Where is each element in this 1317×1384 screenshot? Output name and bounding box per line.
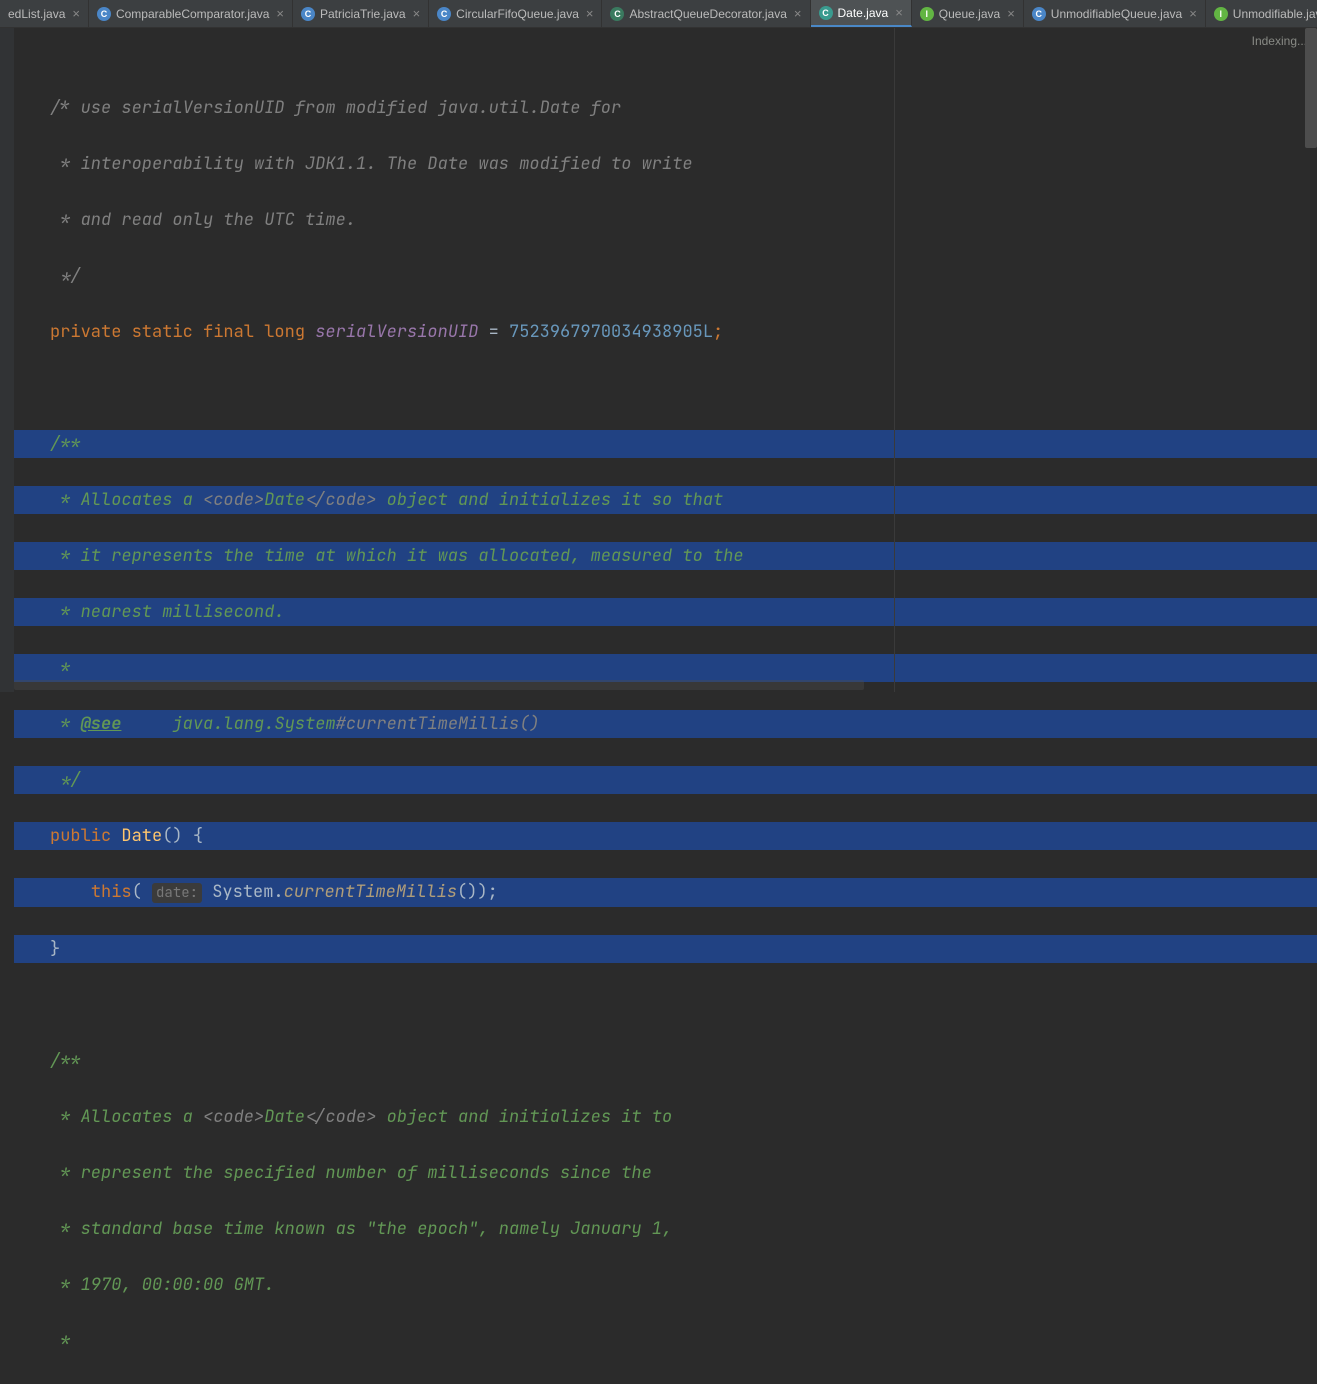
editor: /* use serialVersionUID from modified ja… bbox=[0, 28, 1317, 692]
file-type-icon: C bbox=[819, 6, 833, 20]
code-area[interactable]: /* use serialVersionUID from modified ja… bbox=[14, 28, 1317, 692]
tab-7[interactable]: C UnmodifiableQueue.java × bbox=[1024, 0, 1206, 27]
tab-1[interactable]: C ComparableComparator.java × bbox=[89, 0, 293, 27]
file-type-icon: C bbox=[610, 7, 624, 21]
tab-6[interactable]: I Queue.java × bbox=[912, 0, 1024, 27]
file-type-icon: C bbox=[301, 7, 315, 21]
close-icon[interactable]: × bbox=[413, 6, 421, 21]
tab-label: Queue.java bbox=[939, 7, 1000, 21]
tab-label: UnmodifiableQueue.java bbox=[1051, 7, 1182, 21]
scrollbar-horizontal[interactable] bbox=[14, 680, 864, 690]
tab-label: ComparableComparator.java bbox=[116, 7, 269, 21]
scrollbar-vertical[interactable] bbox=[1305, 28, 1317, 148]
tab-label: PatriciaTrie.java bbox=[320, 7, 406, 21]
tab-0[interactable]: edList.java × bbox=[0, 0, 89, 27]
tab-8[interactable]: I Unmodifiable.jav bbox=[1206, 0, 1317, 27]
file-type-icon: C bbox=[97, 7, 111, 21]
close-icon[interactable]: × bbox=[586, 6, 594, 21]
tab-4[interactable]: C AbstractQueueDecorator.java × bbox=[602, 0, 810, 27]
tab-label: CircularFifoQueue.java bbox=[456, 7, 579, 21]
close-icon[interactable]: × bbox=[72, 6, 80, 21]
close-icon[interactable]: × bbox=[1007, 6, 1015, 21]
tab-label: Date.java bbox=[838, 6, 889, 20]
file-type-icon: I bbox=[920, 7, 934, 21]
close-icon[interactable]: × bbox=[1189, 6, 1197, 21]
file-type-icon: C bbox=[1032, 7, 1046, 21]
close-icon[interactable]: × bbox=[276, 6, 284, 21]
tab-5[interactable]: C Date.java × bbox=[811, 0, 912, 27]
close-icon[interactable]: × bbox=[794, 6, 802, 21]
gutter bbox=[0, 28, 14, 692]
file-type-icon: I bbox=[1214, 7, 1228, 21]
close-icon[interactable]: × bbox=[895, 5, 903, 20]
file-type-icon: C bbox=[437, 7, 451, 21]
column-guide bbox=[894, 28, 895, 692]
tab-3[interactable]: C CircularFifoQueue.java × bbox=[429, 0, 602, 27]
tab-label: edList.java bbox=[8, 7, 65, 21]
tab-2[interactable]: C PatriciaTrie.java × bbox=[293, 0, 429, 27]
tab-bar: edList.java×CComparableComparator.java×C… bbox=[0, 0, 1317, 28]
tab-label: AbstractQueueDecorator.java bbox=[629, 7, 786, 21]
tab-label: Unmodifiable.jav bbox=[1233, 7, 1317, 21]
